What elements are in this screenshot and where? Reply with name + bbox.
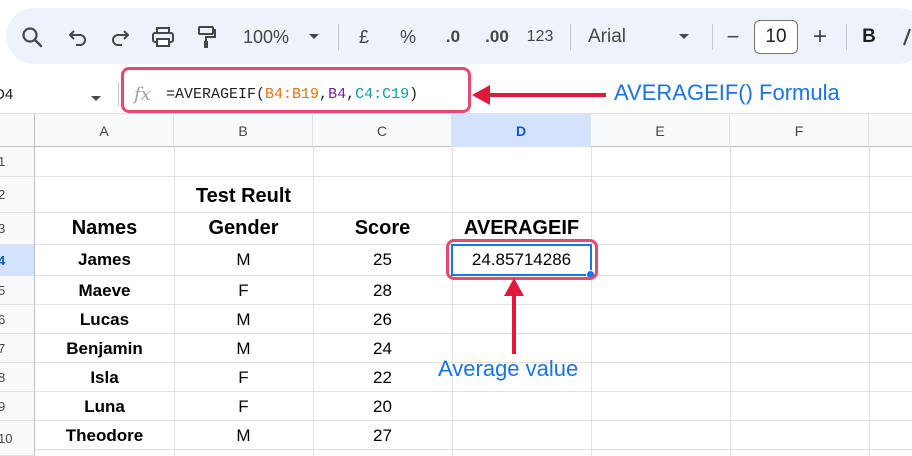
formula-annotation-label: AVERAGEIF() Formula: [614, 80, 840, 105]
formula-arrow: [472, 85, 606, 105]
annotation-arrows: [472, 85, 606, 354]
value-arrow: [504, 278, 524, 354]
value-annotation-label: Average value: [438, 356, 579, 381]
